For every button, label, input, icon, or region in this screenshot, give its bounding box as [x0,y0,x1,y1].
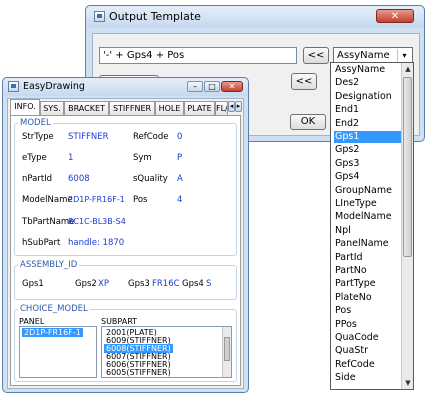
dropdown-item[interactable]: QuaCode [334,332,403,344]
gps1-label: Gps1 [22,279,44,289]
pos-label: Pos [133,195,148,205]
dropdown-item[interactable]: LIneType [334,198,403,210]
tab-stiffner[interactable]: STIFFNER [109,101,155,115]
tbpartname-label: TbPartName [22,217,75,227]
window-app-icon [8,81,19,92]
assembly-group-label: ASSEMBLY_ID [18,260,80,270]
subpart-listbox[interactable]: 2001(PLATE) 6009(STIFFNER) 6008(STIFFNER) 6… [101,326,232,378]
info-tab-panel: MODEL StrType STIFFNER RefCode 0 eType 1… [10,115,241,386]
dropdown-item[interactable]: End1 [334,104,403,116]
sym-value: P [177,153,183,163]
strtype-value: STIFFNER [68,132,109,142]
dropdown-item[interactable]: PartType [334,278,403,290]
dropdown-item[interactable]: Side [334,372,403,384]
close-button[interactable]: ✕ [221,81,243,92]
squality-label: sQuality [133,174,168,184]
strtype-label: StrType [22,132,54,142]
modelname-label: ModelName [22,195,73,205]
maximize-button[interactable]: □ [204,81,220,92]
gps3-label: Gps3 [128,279,150,289]
hsubpart-value: handle: 1870 [68,238,125,248]
dropdown-item[interactable]: Gps2 [334,144,403,156]
insert-field-button-2[interactable]: << [291,73,317,90]
gps3-value: FR16C [152,279,180,289]
model-group-label: MODEL [18,118,53,128]
dropdown-item[interactable]: Npl [334,225,403,237]
window-title: Output Template [109,10,201,23]
close-button[interactable]: ✕ [376,9,414,23]
dropdown-item[interactable]: GroupName [334,185,403,197]
dropdown-item[interactable]: End2 [334,118,403,130]
tbpartname-value: BC1C-BL3B-S4 [68,217,126,226]
tab-hole[interactable]: HOLE [155,101,184,115]
field-dropdown-list[interactable]: AssyName Des2 Designation End1 End2 Gps1 Gps2 G… [330,62,414,390]
npartid-value: 6008 [68,174,90,184]
etype-value: 1 [68,153,74,163]
tab-scroll-left-icon[interactable]: ◂ [228,101,235,112]
easydrawing-window: EasyDrawing – □ ✕ INFO. SYS. BRACKET STI… [2,77,249,393]
dropdown-item[interactable]: PartNo [334,265,403,277]
dropdown-item[interactable]: AssyName [334,64,403,76]
dropdown-item[interactable]: Gps1 [334,131,403,143]
gps4-label: Gps4 [182,279,204,289]
scroll-up-icon[interactable]: ▲ [402,63,414,75]
tab-bracket[interactable]: BRACKET [64,101,109,115]
window-app-icon [94,11,105,22]
easydrawing-titlebar[interactable]: EasyDrawing – □ ✕ [3,78,248,96]
panel-listbox[interactable]: 2D1P-FR16F-1 [19,326,97,378]
dropdown-item[interactable]: PPos [334,319,403,331]
dropdown-item[interactable]: Des2 [334,77,403,89]
tab-sys[interactable]: SYS. [40,101,64,115]
subpart-scroll-thumb[interactable] [224,337,230,361]
subpart-scrollbar[interactable] [222,327,231,377]
dropdown-item[interactable]: PlateNo [334,292,403,304]
output-template-titlebar[interactable]: Output Template ✕ [86,6,424,28]
npartid-label: nPartId [22,174,53,184]
dropdown-item[interactable]: Designation [334,91,403,103]
refcode-label: RefCode [133,132,169,142]
modelname-value: 2D1P-FR16F-1 [68,195,125,204]
refcode-value: 0 [177,132,183,142]
scroll-down-icon[interactable]: ▼ [402,377,414,389]
chevron-down-icon[interactable]: ▾ [397,49,411,63]
gps2-label: Gps2 [75,279,97,289]
gps4-value: S [206,279,212,289]
etype-label: eType [22,153,47,163]
pos-value: 4 [177,195,183,205]
dropdown-item[interactable]: RefCode [334,359,403,371]
sym-label: Sym [133,153,152,163]
model-group [14,123,237,256]
field-combo-value: AssyName [337,50,390,61]
insert-field-button[interactable]: << [303,47,329,64]
ok-button[interactable]: OK [290,114,326,130]
minimize-button[interactable]: – [187,81,203,92]
squality-value: A [177,174,183,184]
panel-list-item[interactable]: 2D1P-FR16F-1 [22,328,83,337]
window-title: EasyDrawing [23,81,85,92]
dropdown-item[interactable]: PartId [334,252,403,264]
tab-fl[interactable]: FL/ [215,101,228,115]
tab-info[interactable]: INFO. [10,99,40,116]
dropdown-item[interactable]: Gps3 [334,158,403,170]
dropdown-item[interactable]: PanelName [334,238,403,250]
choice-model-group-label: CHOICE_MODEL [18,304,90,314]
expression-input[interactable]: '-' + Gps4 + Pos [99,47,297,64]
dropdown-item[interactable]: ModelName [334,211,403,223]
easydrawing-client: INFO. SYS. BRACKET STIFFNER HOLE PLATE F… [7,98,244,389]
subpart-list-item[interactable]: 6005(STIFFNER) [104,368,173,377]
panel-header: PANEL [19,317,45,326]
dropdown-scrollbar[interactable]: ▲ ▼ [401,63,413,389]
tab-plate[interactable]: PLATE [184,101,215,115]
scroll-thumb[interactable] [403,77,412,257]
dropdown-item[interactable]: Pos [334,305,403,317]
tab-scroll-right-icon[interactable]: ▸ [235,101,242,112]
subpart-header: SUBPART [101,317,138,326]
gps2-value: XP [98,279,109,289]
hsubpart-label: hSubPart [22,238,61,248]
dropdown-item[interactable]: Gps4 [334,171,403,183]
dropdown-item[interactable]: QuaStr [334,345,403,357]
